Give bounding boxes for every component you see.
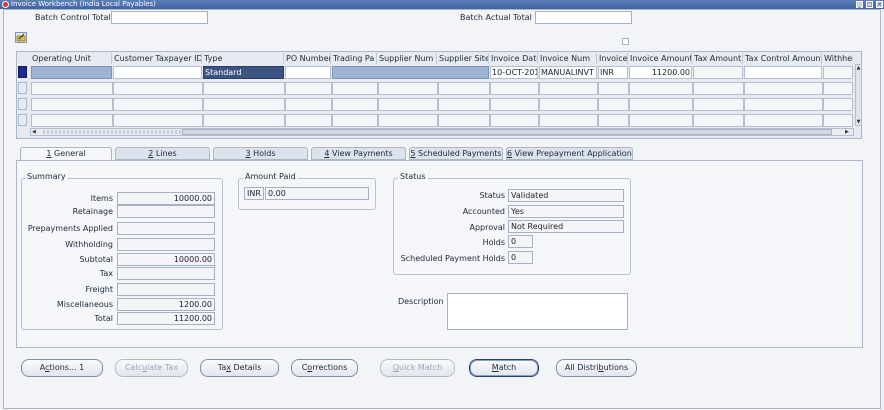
column-header: Supplier Num — [378, 53, 437, 64]
maximize-icon[interactable]: □ — [866, 1, 873, 8]
scroll-left-icon[interactable]: ◀ — [32, 129, 39, 135]
total-field[interactable]: 11200.00 — [117, 312, 215, 325]
retainage-field[interactable] — [117, 205, 215, 218]
grid-horizontal-scrollbar[interactable]: ◀ ▶ — [30, 128, 854, 136]
status-title: Status — [398, 172, 428, 182]
column-header: Invoice — [599, 53, 628, 64]
summary-title: Summary — [25, 172, 68, 182]
batch-actual-total-field[interactable] — [535, 11, 632, 24]
withholding-label: Withholding — [65, 240, 113, 249]
scroll-track[interactable] — [43, 130, 181, 134]
match-button[interactable]: Match — [469, 359, 539, 377]
operating-unit-cell[interactable] — [31, 66, 112, 79]
tab-general[interactable]: 1 General — [20, 147, 112, 161]
column-header: Supplier Site — [439, 53, 489, 64]
scroll-up-icon[interactable]: ▲ — [856, 65, 861, 71]
scheduled-payment-holds-field[interactable]: 0 — [508, 251, 533, 264]
supplier-cell[interactable] — [332, 66, 489, 79]
tab-view-prepayment-applications[interactable]: 6 View Prepayment Applications — [506, 147, 633, 160]
tax-field[interactable] — [117, 267, 215, 280]
column-header: Withhel — [824, 54, 853, 63]
holds-label: Holds — [482, 238, 505, 247]
subtotal-label: Subtotal — [79, 255, 113, 264]
column-header: Trading Pa — [332, 53, 377, 64]
batch-control-total-field[interactable] — [111, 11, 208, 24]
close-icon[interactable]: × — [876, 1, 883, 8]
accounted-label: Accounted — [462, 207, 505, 216]
withholding-cell[interactable] — [823, 66, 853, 79]
miscellaneous-label: Miscellaneous — [56, 300, 113, 309]
column-header: Type — [203, 53, 284, 64]
all-distributions-button[interactable]: All Distributions — [556, 359, 637, 377]
row-indicator[interactable] — [18, 82, 27, 94]
column-header: Tax Amount — [694, 53, 743, 64]
holds-field[interactable]: 0 — [508, 235, 533, 248]
tab-scheduled-payments[interactable]: 5 Scheduled Payments — [409, 147, 503, 160]
withholding-field[interactable] — [117, 238, 215, 251]
status-label: Status — [479, 191, 506, 200]
column-header: Invoice Num — [539, 53, 597, 64]
actions-button[interactable]: Actions... 1 — [21, 359, 103, 377]
scheduled-payment-holds-label: Scheduled Payment Holds — [400, 254, 505, 263]
items-field[interactable]: 10000.00 — [117, 192, 215, 205]
invoice-amount-cell[interactable]: 11200.00 — [629, 66, 692, 79]
tax-amount-cell[interactable] — [693, 66, 743, 79]
empty-rows — [31, 82, 853, 128]
row-indicator[interactable] — [18, 114, 27, 126]
tax-control-amount-cell[interactable] — [744, 66, 822, 79]
subtotal-field[interactable]: 10000.00 — [117, 253, 215, 266]
retainage-label: Retainage — [72, 207, 113, 216]
tab-lines[interactable]: 2 Lines — [115, 147, 210, 160]
amount-paid-currency-field[interactable]: INR — [244, 187, 264, 200]
column-header: Invoice Date — [491, 53, 538, 64]
accounted-field[interactable]: Yes — [508, 205, 624, 218]
amount-paid-field[interactable]: 0.00 — [265, 187, 369, 200]
tax-label: Tax — [99, 269, 113, 278]
prepayments-applied-label: Prepayments Applied — [27, 224, 113, 233]
description-label: Description — [398, 297, 444, 306]
current-row-indicator[interactable] — [18, 66, 27, 78]
title-bar: Invoice Workbench (India Local Payables)… — [0, 0, 884, 9]
calculate-tax-button[interactable]: Calculate Tax — [115, 359, 188, 377]
items-label: Items — [90, 194, 113, 203]
scroll-thumb[interactable] — [182, 129, 832, 135]
invoice-currency-cell[interactable]: INR — [598, 66, 628, 79]
freight-field[interactable] — [117, 283, 215, 296]
batch-control-total-label: Batch Control Total — [35, 13, 111, 22]
tab-holds[interactable]: 3 Holds — [213, 147, 308, 160]
po-number-cell[interactable] — [285, 66, 331, 79]
minimize-icon[interactable]: _ — [856, 1, 863, 8]
column-header: Invoice Amount — [630, 53, 692, 64]
column-header: Tax Control Amount — [745, 53, 822, 64]
batch-actual-total-label: Batch Actual Total — [460, 13, 532, 22]
invoice-date-cell[interactable]: 10-OCT-2012 — [490, 66, 538, 79]
amount-paid-title: Amount Paid — [243, 172, 298, 182]
column-header: Operating Unit — [31, 53, 112, 64]
status-field[interactable]: Validated — [508, 189, 624, 202]
grid-vertical-scrollbar[interactable]: ▲ ▼ — [855, 64, 862, 126]
invoice-num-cell[interactable]: MANUALINVT — [539, 66, 597, 79]
approval-label: Approval — [469, 223, 506, 232]
prepayments-applied-field[interactable] — [117, 222, 215, 235]
total-label: Total — [94, 314, 113, 323]
taxpayer-id-cell[interactable] — [113, 66, 202, 79]
scroll-down-icon[interactable]: ▼ — [856, 119, 861, 125]
tax-details-button[interactable]: Tax Details — [200, 359, 279, 377]
freight-label: Freight — [85, 285, 113, 294]
window-title: Invoice Workbench (India Local Payables) — [11, 0, 156, 8]
column-header: PO Number — [286, 53, 331, 64]
tab-view-payments[interactable]: 4 View Payments — [311, 147, 406, 160]
approval-field[interactable]: Not Required — [508, 220, 624, 233]
oracle-logo-icon — [2, 1, 9, 8]
description-field[interactable] — [447, 293, 628, 330]
miscellaneous-field[interactable]: 1200.00 — [117, 298, 215, 311]
select-checkbox[interactable] — [622, 38, 629, 45]
corrections-button[interactable]: Corrections — [291, 359, 358, 377]
invoice-type-cell[interactable]: Standard — [203, 66, 284, 79]
folder-edit-icon[interactable] — [15, 32, 27, 43]
row-indicator[interactable] — [18, 98, 27, 110]
scroll-right-icon[interactable]: ▶ — [845, 129, 852, 135]
column-header: Customer Taxpayer ID — [114, 53, 202, 64]
quick-match-button[interactable]: Quick Match — [380, 359, 455, 377]
